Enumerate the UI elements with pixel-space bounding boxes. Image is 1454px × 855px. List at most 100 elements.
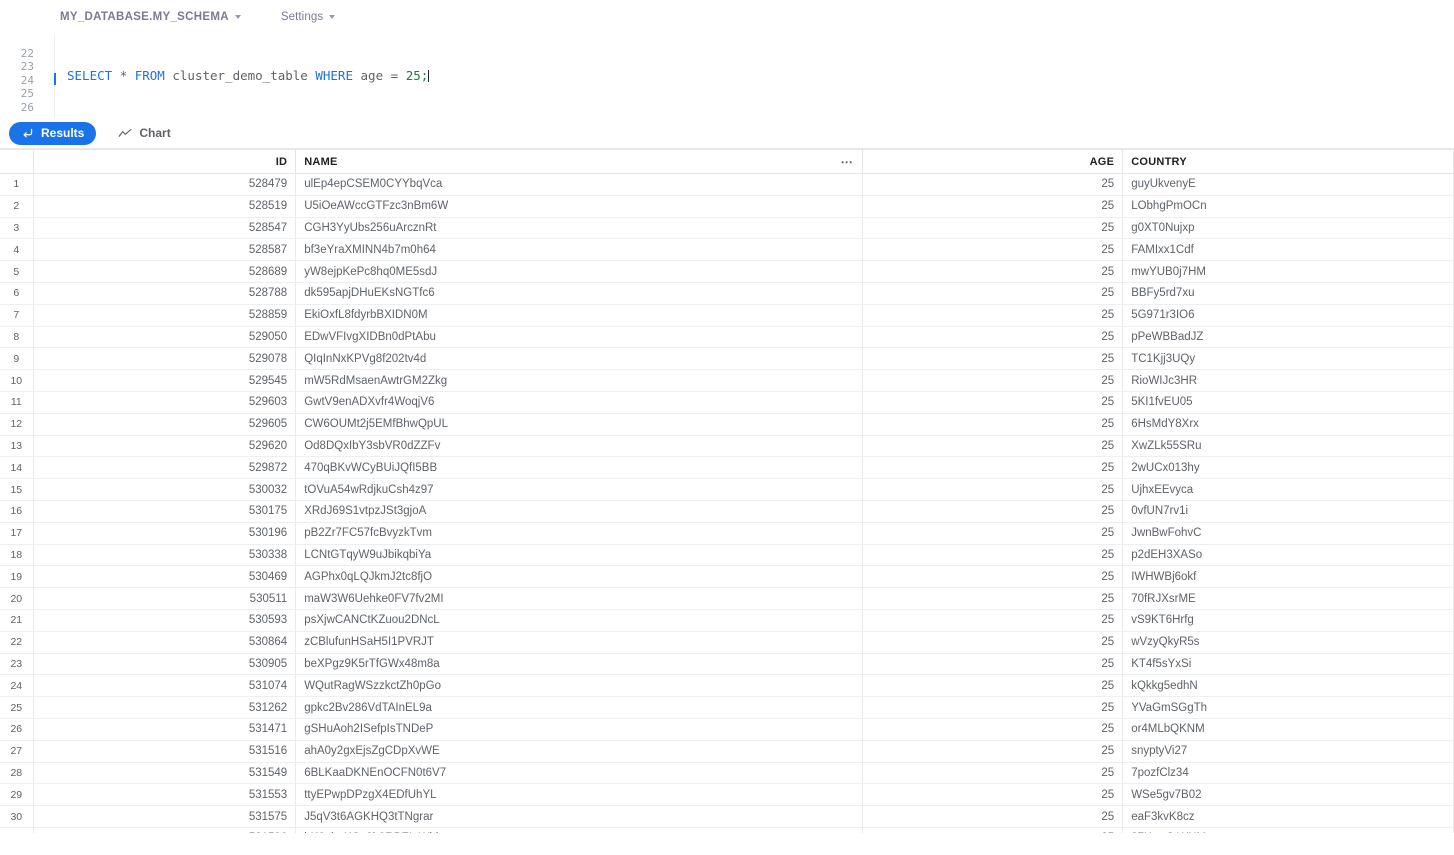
cell-country[interactable]: KT4f5sYxSi	[1122, 653, 1454, 676]
cell-name[interactable]: maW3W6Uehke0FV7fv2MI	[295, 587, 863, 610]
table-row[interactable]: 12 529605 CW6OUMt2j5EMfBhwQpUL 25 6HsMdY8Xrx	[0, 413, 1454, 436]
cell-age[interactable]: 25	[862, 217, 1124, 240]
cell-id[interactable]: 529078	[33, 347, 297, 371]
cell-name[interactable]: beXPgz9K5rTfGWx48m8a	[295, 653, 863, 676]
cell-id[interactable]: 530469	[33, 565, 297, 589]
table-row[interactable]: 11 529603 GwtV9enADXvfr4WoqjV6 25 5KI1fvEU05	[0, 391, 1454, 414]
cell-id[interactable]: 529545	[33, 369, 297, 392]
cell-age[interactable]: 25	[862, 674, 1124, 698]
cell-name[interactable]: dk595apjDHuEKsNGTfc6	[295, 282, 863, 305]
table-row[interactable]: 8 529050 EDwVFIvgXIDBn0dPtAbu 25 pPeWBBadJZ	[0, 326, 1454, 349]
cell-id[interactable]: 528519	[33, 195, 297, 218]
cell-age[interactable]: 25	[862, 565, 1124, 589]
cell-name[interactable]: ttyEPwpDPzgX4EDfUhYL	[295, 783, 863, 807]
cell-name[interactable]: ulEp4epCSEM0CYYbqVca	[295, 173, 863, 196]
cell-country[interactable]: 70fRJXsrME	[1122, 587, 1454, 610]
cell-id[interactable]: 531262	[33, 696, 297, 719]
cell-id[interactable]: 529603	[33, 391, 297, 414]
table-row[interactable]: 7 528859 EkiOxfL8fdyrbBXIDN0M 25 5G971r3IO6	[0, 304, 1454, 327]
cell-country[interactable]: FAMIxx1Cdf	[1122, 238, 1454, 262]
table-row[interactable]: 22 530864 zCBlufunHSaH5I1PVRJT 25 wVzyQkyR5s	[0, 631, 1454, 654]
cell-age[interactable]: 25	[862, 304, 1124, 327]
cell-id[interactable]: 531553	[33, 783, 297, 807]
cell-id[interactable]: 529050	[33, 326, 297, 349]
cell-age[interactable]: 25	[862, 805, 1124, 828]
cell-country[interactable]: 7pozfClz34	[1122, 762, 1454, 785]
cell-age[interactable]: 25	[862, 522, 1124, 545]
cell-country[interactable]: TC1Kjj3UQy	[1122, 347, 1454, 371]
cell-name[interactable]: J5qV3t6AGKHQ3tTNgrar	[295, 805, 863, 828]
cell-age[interactable]: 25	[862, 609, 1124, 632]
cell-country[interactable]: 6HsMdY8Xrx	[1122, 413, 1454, 436]
cell-id[interactable]: 528689	[33, 260, 297, 283]
cell-age[interactable]: 25	[862, 326, 1124, 349]
table-row[interactable]: 13 529620 Od8DQxIbY3sbVR0dZZFv 25 XwZLk55SRu	[0, 435, 1454, 458]
cell-id[interactable]: 531074	[33, 674, 297, 698]
table-row[interactable]: 17 530196 pB2Zr7FC57fcBvyzkTvm 25 JwnBwFohvC	[0, 522, 1454, 545]
cell-age[interactable]: 25	[862, 391, 1124, 414]
cell-name[interactable]: CGH3YyUbs256uArcznRt	[295, 217, 863, 240]
cell-country[interactable]: kQkkg5edhN	[1122, 674, 1454, 698]
cell-country[interactable]: vS9KT6Hrfg	[1122, 609, 1454, 632]
cell-id[interactable]: 531549	[33, 762, 297, 785]
cell-id[interactable]: 531596	[33, 827, 297, 833]
column-header-name[interactable]: NAME ⋯	[295, 149, 863, 174]
cell-name[interactable]: QIqInNxKPVg8f202tv4d	[295, 347, 863, 371]
table-row[interactable]: 25 531262 gpkc2Bv286VdTAInEL9a 25 YVaGmSGgTh	[0, 696, 1454, 719]
table-row[interactable]: 5 528689 yW8ejpKePc8hq0ME5sdJ 25 mwYUB0j7HM	[0, 260, 1454, 283]
cell-country[interactable]: JwnBwFohvC	[1122, 522, 1454, 545]
cell-name[interactable]: zCBlufunHSaH5I1PVRJT	[295, 631, 863, 654]
cell-age[interactable]: 25	[862, 456, 1124, 480]
cell-country[interactable]: WSe5gv7B02	[1122, 783, 1454, 807]
cell-id[interactable]: 531516	[33, 740, 297, 763]
table-row[interactable]: 24 531074 WQutRagWSzzkctZh0pGo 25 kQkkg5edhN	[0, 674, 1454, 698]
table-row[interactable]: 1 528479 ulEp4epCSEM0CYYbqVca 25 guyUkvenyE	[0, 173, 1454, 196]
cell-age[interactable]: 25	[862, 260, 1124, 283]
table-row[interactable]: 6 528788 dk595apjDHuEKsNGTfc6 25 BBFy5rd7xu	[0, 282, 1454, 305]
cell-age[interactable]: 25	[862, 718, 1124, 741]
cell-country[interactable]: pPeWBBadJZ	[1122, 326, 1454, 349]
cell-name[interactable]: GwtV9enADXvfr4WoqjV6	[295, 391, 863, 414]
table-row[interactable]: 31531596hK6ahqKGv2b9RBEIuWid2537KwaStWNM	[0, 827, 1454, 833]
cell-country[interactable]: 0vfUN7rv1i	[1122, 500, 1454, 523]
table-row[interactable]: 23 530905 beXPgz9K5rTfGWx48m8a 25 KT4f5sYxSi	[0, 653, 1454, 676]
cell-id[interactable]: 530196	[33, 522, 297, 545]
sql-statement-line[interactable]: SELECT * FROM cluster_demo_table WHERE a…	[67, 69, 1454, 83]
cell-id[interactable]: 528587	[33, 238, 297, 262]
results-grid[interactable]: ID NAME ⋯ AGE COUNTRY 1 528479 ulEp4epCSEM…	[0, 149, 1454, 833]
cell-id[interactable]: 530593	[33, 609, 297, 632]
tab-chart[interactable]: Chart	[106, 122, 182, 145]
cell-age[interactable]: 25	[862, 783, 1124, 807]
cell-age[interactable]: 25	[862, 282, 1124, 305]
column-header-age[interactable]: AGE	[862, 149, 1124, 174]
cell-age[interactable]: 25	[862, 762, 1124, 785]
cell-name[interactable]: U5iOeAWccGTFzc3nBm6W	[295, 195, 863, 218]
settings-dropdown[interactable]: Settings	[281, 11, 336, 23]
table-row[interactable]: 18 530338 LCNtGTqyW9uJbikqbiYa 25 p2dEH3XASo	[0, 544, 1454, 567]
cell-id[interactable]: 531575	[33, 805, 297, 828]
cell-id[interactable]: 528788	[33, 282, 297, 305]
cell-country[interactable]: 37KwaStWNM	[1122, 827, 1454, 833]
cell-id[interactable]: 530338	[33, 544, 297, 567]
cell-age[interactable]: 25	[862, 173, 1124, 196]
table-row[interactable]: 20 530511 maW3W6Uehke0FV7fv2MI 25 70fRJXsrME	[0, 587, 1454, 610]
cell-id[interactable]: 529872	[33, 456, 297, 480]
cell-id[interactable]: 530032	[33, 478, 297, 501]
cell-id[interactable]: 528479	[33, 173, 297, 196]
cell-name[interactable]: Od8DQxIbY3sbVR0dZZFv	[295, 435, 863, 458]
table-row[interactable]: 14 529872 470qBKvWCyBUiJQfI5BB 25 2wUCx013hy	[0, 456, 1454, 480]
cell-country[interactable]: or4MLbQKNM	[1122, 718, 1454, 741]
sql-editor[interactable]: 21 22 23 24 25 26 SELECT * FROM cluster_…	[0, 33, 1454, 118]
cell-age[interactable]: 25	[862, 413, 1124, 436]
cell-name[interactable]: AGPhx0qLQJkmJ2tc8fjO	[295, 565, 863, 589]
table-row[interactable]: 21 530593 psXjwCANCtKZuou2DNcL 25 vS9KT6Hrfg	[0, 609, 1454, 632]
cell-country[interactable]: wVzyQkyR5s	[1122, 631, 1454, 654]
table-row[interactable]: 9 529078 QIqInNxKPVg8f202tv4d 25 TC1Kjj3UQy	[0, 347, 1454, 371]
cell-country[interactable]: 2wUCx013hy	[1122, 456, 1454, 480]
cell-id[interactable]: 529605	[33, 413, 297, 436]
cell-country[interactable]: YVaGmSGgTh	[1122, 696, 1454, 719]
cell-name[interactable]: hK6ahqKGv2b9RBEIuWid	[295, 827, 863, 833]
table-row[interactable]: 30 531575 J5qV3t6AGKHQ3tTNgrar 25 eaF3kvK8cz	[0, 805, 1454, 828]
cell-id[interactable]: 530511	[33, 587, 297, 610]
cell-country[interactable]: g0XT0Nujxp	[1122, 217, 1454, 240]
